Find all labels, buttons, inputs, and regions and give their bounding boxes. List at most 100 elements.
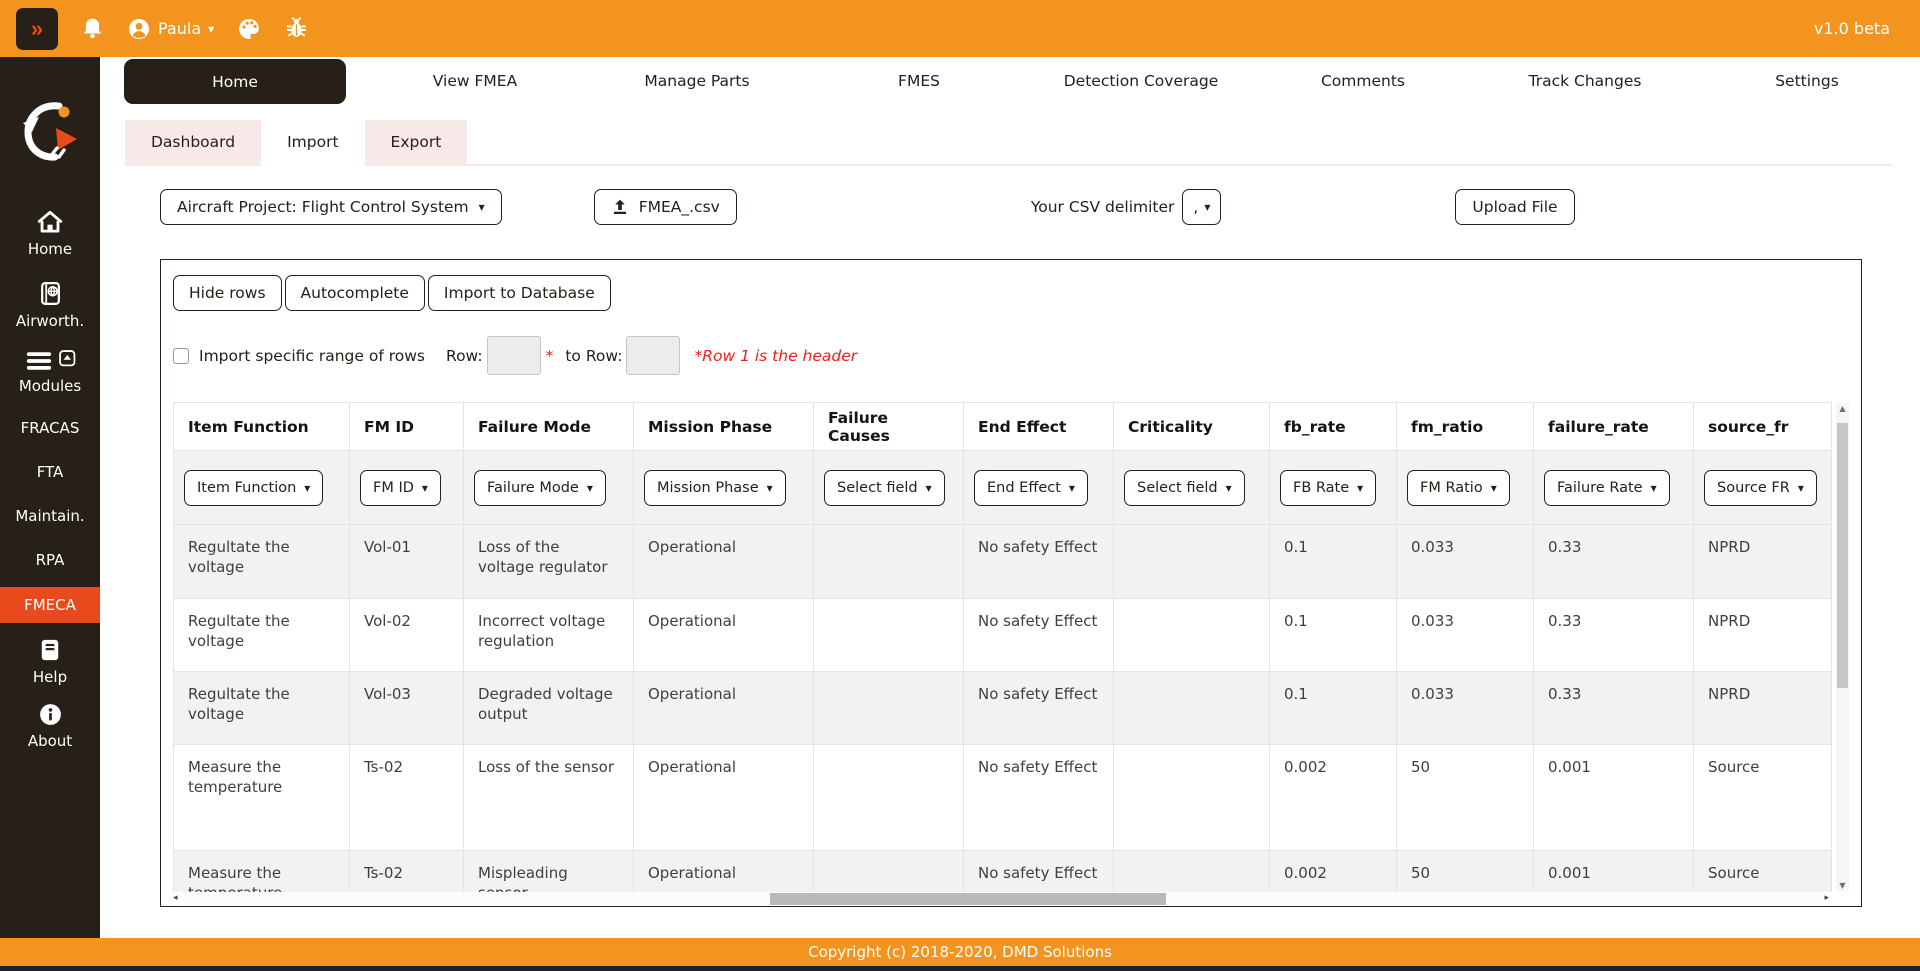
subtab-dashboard[interactable]: Dashboard [125,120,261,164]
version-label: v1.0 beta [1814,19,1890,38]
autocomplete-button[interactable]: Autocomplete [285,275,425,311]
filter-dropdown-failure-rate[interactable]: Failure Rate▾ [1544,470,1670,506]
table-cell: 0.001 [1534,745,1694,851]
horizontal-scrollbar[interactable]: ◂ ▸ [173,892,1829,905]
fmea-table-area: Item FunctionFM IDFailure ModeMission Ph… [173,402,1849,905]
table-cell: Mispleading sensor [464,851,634,893]
table-cell: Regultate the voltage [174,599,350,672]
row-to-label: to Row: [565,347,622,365]
project-dropdown[interactable]: Aircraft Project: Flight Control System … [160,189,502,225]
filter-dropdown-fb-rate[interactable]: FB Rate▾ [1280,470,1376,506]
row-range-controls: Import specific range of rows Row: * to … [173,336,1849,375]
row-to-input[interactable] [626,336,680,375]
table-cell: Source [1694,851,1832,893]
filter-dropdown-mission-phase[interactable]: Mission Phase▾ [644,470,786,506]
table-cell [1114,525,1270,599]
csv-delimiter-select[interactable]: , ▾ [1182,189,1221,225]
info-icon [38,702,63,727]
tab-detection-coverage[interactable]: Detection Coverage [1030,57,1252,105]
column-header-item-function: Item Function [174,403,350,451]
tab-settings[interactable]: Settings [1696,57,1918,105]
filter-dropdown-source-fr[interactable]: Source FR▾ [1704,470,1817,506]
filter-dropdown-fm-id[interactable]: FM ID▾ [360,470,441,506]
choose-file-button[interactable]: FMEA_.csv [594,189,737,225]
sidebar-item-home[interactable]: Home [0,209,100,258]
app-logo[interactable] [19,99,81,163]
table-cell: Vol-01 [350,525,464,599]
required-asterisk: * [546,347,554,365]
table-cell: 0.033 [1397,525,1534,599]
tab-home[interactable]: Home [124,59,346,104]
table-cell: Operational [634,745,814,851]
upload-file-button[interactable]: Upload File [1455,189,1574,225]
sidebar-item-modules[interactable]: Modules [0,350,100,395]
column-header-failure-mode: Failure Mode [464,403,634,451]
table-cell: Regultate the voltage [174,672,350,745]
subtab-import[interactable]: Import [261,120,364,166]
bug-report-icon[interactable] [284,16,309,41]
caret-down-icon: ▾ [1491,482,1497,494]
filter-dropdown-select-field[interactable]: Select field▾ [824,470,945,506]
sidebar-item-about[interactable]: About [0,702,100,750]
tab-fmes[interactable]: FMES [808,57,1030,105]
column-header-criticality: Criticality [1114,403,1270,451]
table-cell [1114,599,1270,672]
notifications-bell-icon[interactable] [80,16,105,41]
vertical-scroll-thumb[interactable] [1837,423,1848,688]
tab-manage-parts[interactable]: Manage Parts [586,57,808,105]
sidebar-collapse-button[interactable]: » [16,8,58,50]
filter-dropdown-fm-ratio[interactable]: FM Ratio▾ [1407,470,1510,506]
table-cell: 0.002 [1270,851,1397,893]
sidebar-item-help[interactable]: Help [0,637,100,686]
row-from-input[interactable] [487,336,541,375]
sub-tabs: Dashboard Import Export [125,120,1892,166]
sidebar-item-maintain[interactable]: Maintain. [15,507,84,525]
sidebar-item-fmeca-active[interactable]: FMECA [0,587,100,623]
column-filter-row: Item Function▾ FM ID▾ Failure Mode▾ Mission… [174,451,1832,525]
caret-down-icon: ▾ [1204,201,1210,213]
hide-rows-button[interactable]: Hide rows [173,275,282,311]
table-cell: 50 [1397,851,1534,893]
import-to-database-button[interactable]: Import to Database [428,275,611,311]
table-cell [814,745,964,851]
tab-track-changes[interactable]: Track Changes [1474,57,1696,105]
scroll-right-icon[interactable]: ▸ [1824,892,1829,905]
scroll-down-icon[interactable]: ▼ [1839,879,1845,892]
theme-palette-icon[interactable] [236,16,262,42]
range-checkbox[interactable] [173,348,189,364]
sidebar-item-airworthiness[interactable]: Airworth. [0,280,100,330]
sidebar-item-rpa[interactable]: RPA [36,551,65,569]
caret-down-icon: ▾ [1069,482,1075,494]
filter-dropdown-select-field[interactable]: Select field▾ [1124,470,1245,506]
sidebar-item-fracas[interactable]: FRACAS [21,419,80,437]
filter-dropdown-failure-mode[interactable]: Failure Mode▾ [474,470,606,506]
sidebar-item-label: Help [33,668,67,686]
bottom-strip [0,966,1920,971]
table-cell: Source [1694,745,1832,851]
home-icon [36,209,64,235]
help-book-icon [37,637,63,663]
main-nav-tabs: Home View FMEA Manage Parts FMES Detecti… [100,57,1920,105]
column-header-source-fr: source_fr [1694,403,1832,451]
table-cell: 0.001 [1534,851,1694,893]
sidebar-item-fta[interactable]: FTA [37,463,64,481]
filter-dropdown-end-effect[interactable]: End Effect▾ [974,470,1088,506]
horizontal-scroll-thumb[interactable] [770,893,1165,905]
csv-delimiter-label: Your CSV delimiter [1031,198,1175,216]
header-row-note: *Row 1 is the header [694,347,857,365]
caret-down-icon: ▾ [304,482,310,494]
tab-view-fmea[interactable]: View FMEA [364,57,586,105]
filter-dropdown-item-function[interactable]: Item Function▾ [184,470,323,506]
table-cell: No safety Effect [964,525,1114,599]
scroll-up-icon[interactable]: ▲ [1839,402,1845,415]
subtab-export[interactable]: Export [365,120,468,164]
column-header-failure-rate: failure_rate [1534,403,1694,451]
table-cell: Measure the temperature [174,745,350,851]
user-menu[interactable]: Paula ▾ [127,17,214,41]
table-cell [1114,851,1270,893]
table-row: Regultate the voltageVol-01Loss of the v… [174,525,1832,599]
table-cell: 50 [1397,745,1534,851]
tab-comments[interactable]: Comments [1252,57,1474,105]
table-cell [1114,672,1270,745]
vertical-scrollbar[interactable]: ▲ ▼ [1836,402,1849,892]
